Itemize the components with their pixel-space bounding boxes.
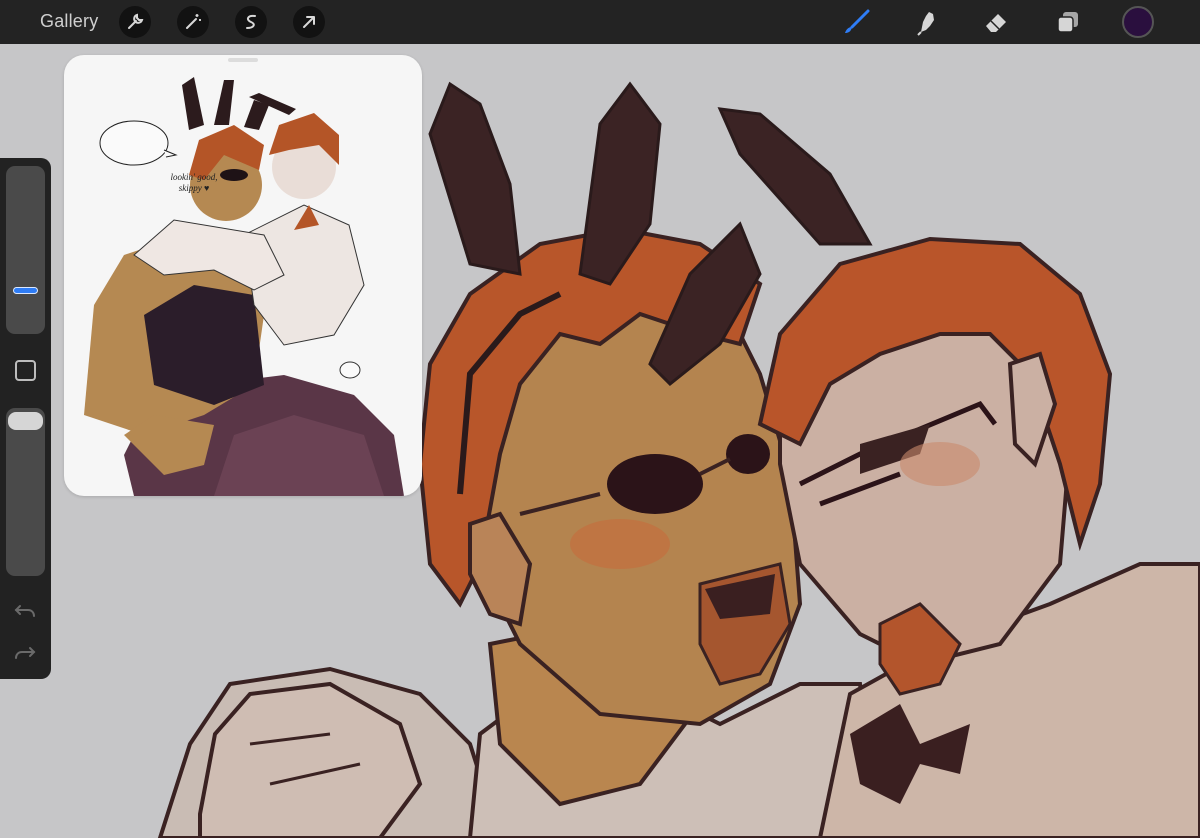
top-toolbar: Gallery [0, 0, 1200, 44]
speech-bubble-text: lookin' good, skippy ♥ [168, 172, 220, 194]
smudge-icon[interactable] [910, 6, 942, 38]
opacity-handle[interactable] [8, 412, 43, 430]
bunny-ear-1 [428, 81, 522, 276]
redo-icon[interactable] [12, 642, 38, 664]
bunny-ear-4 [717, 107, 873, 246]
undo-icon[interactable] [12, 600, 38, 622]
brush-size-slider[interactable] [6, 166, 45, 334]
gallery-button[interactable]: Gallery [40, 11, 98, 32]
transform-arrow-icon[interactable] [293, 6, 325, 38]
wrench-icon[interactable] [119, 6, 151, 38]
layers-icon[interactable] [1052, 6, 1084, 38]
selection-icon[interactable] [235, 6, 267, 38]
reference-window[interactable]: lookin' good, skippy ♥ [64, 55, 422, 496]
eraser-icon[interactable] [980, 6, 1012, 38]
color-picker-button[interactable] [1122, 6, 1154, 38]
brush-icon[interactable] [840, 6, 872, 38]
magic-wand-icon[interactable] [177, 6, 209, 38]
modify-button[interactable] [15, 360, 36, 381]
speech-line-2: skippy ♥ [178, 183, 210, 193]
opacity-slider[interactable] [6, 408, 45, 576]
reference-image [84, 77, 404, 496]
speech-line-1: lookin' good, [170, 172, 218, 182]
sunglasses-left [607, 454, 703, 514]
brush-size-handle[interactable] [13, 287, 38, 294]
left-sidebar [0, 158, 51, 679]
